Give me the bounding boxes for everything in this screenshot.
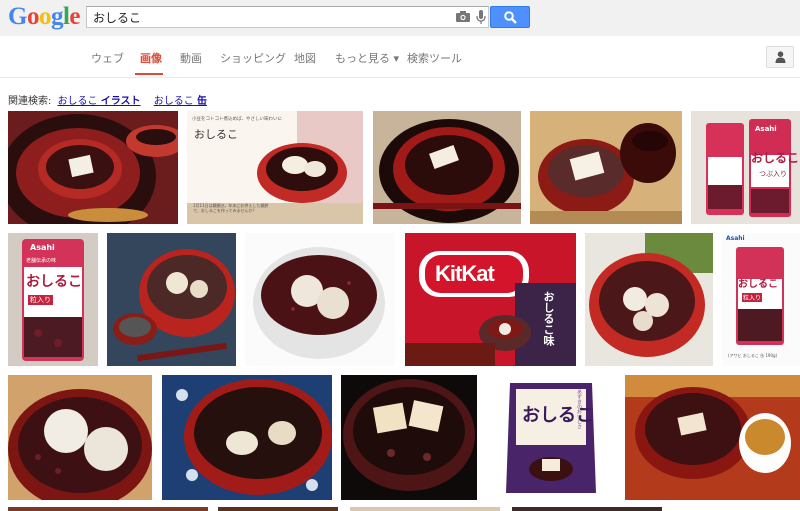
related-searches: 関連検索: おしるこ イラスト おしるこ 缶: [8, 92, 207, 107]
image-result[interactable]: [245, 233, 395, 366]
image-result[interactable]: [585, 233, 713, 366]
image-result[interactable]: [8, 375, 152, 500]
image-result[interactable]: [625, 375, 800, 500]
search-tabs-bar: ウェブ 画像 動画 ショッピング 地図 もっと見る ▾ 検索ツール: [0, 36, 800, 78]
image-result[interactable]: 小豆をコトコト煮込めば、やさしい味わいに おしるこ 1月11日は鏡開き。年末にお…: [187, 111, 363, 224]
image-result[interactable]: おしるこ あずきのおいしさ: [486, 375, 616, 500]
image-result[interactable]: [8, 111, 178, 224]
logo-letter: e: [69, 3, 81, 30]
image-result[interactable]: [373, 111, 521, 224]
image-result[interactable]: [162, 375, 332, 500]
can-brand: Asahi: [755, 125, 777, 133]
tab-shopping[interactable]: ショッピング: [220, 50, 286, 66]
related-search-link-can[interactable]: おしるこ 缶: [154, 96, 207, 107]
tab-more[interactable]: もっと見る ▾: [335, 50, 399, 66]
image-result[interactable]: [8, 507, 208, 511]
related-search-link-illustration[interactable]: おしるこ イラスト: [58, 96, 141, 107]
can-label: おしるこ: [26, 274, 82, 290]
tab-web[interactable]: ウェブ: [91, 50, 124, 66]
logo-letter: G: [8, 3, 27, 30]
kitkat-logo-text: KitKat: [435, 261, 495, 286]
image-result[interactable]: Asahi おしるこ 粒入り (アサヒ おしるこ 缶 190g): [722, 233, 800, 366]
image-caption-small: 小豆をコトコト煮込めば、やさしい味わいに: [192, 117, 282, 122]
image-result[interactable]: KitKat おしるこ味: [405, 233, 576, 366]
kitkat-flavor: おしるこ味: [542, 291, 555, 346]
can-label: おしるこ: [738, 279, 778, 290]
logo-letter: g: [50, 3, 64, 30]
can-sublabel: 粒入り: [28, 295, 53, 305]
package-title: おしるこ: [522, 405, 594, 426]
camera-icon[interactable]: [456, 11, 470, 22]
logo-letter: o: [38, 3, 52, 30]
tab-videos[interactable]: 動画: [180, 50, 202, 66]
search-box[interactable]: [86, 6, 489, 28]
can-brand: Asahi: [30, 243, 55, 252]
can-sublabel: 粒入り: [742, 293, 763, 302]
account-button[interactable]: [766, 46, 794, 68]
google-logo[interactable]: Google: [8, 4, 80, 30]
can-tagline: 老舗伝承の味: [26, 258, 57, 264]
image-caption-title: おしるこ: [194, 128, 238, 141]
tab-images[interactable]: 画像: [140, 50, 162, 66]
image-result[interactable]: [350, 507, 500, 511]
can-brand: Asahi: [726, 235, 745, 242]
image-result[interactable]: おしるこ つぶ入り Asahi: [691, 111, 800, 224]
magnifier-icon: [504, 11, 517, 24]
image-footnote: (アサヒ おしるこ 缶 190g): [728, 353, 778, 358]
tab-maps[interactable]: 地図: [294, 50, 316, 66]
microphone-icon[interactable]: [476, 10, 486, 24]
top-header: Google: [0, 0, 800, 36]
related-searches-label: 関連検索:: [8, 96, 52, 107]
search-input[interactable]: [93, 9, 443, 25]
image-result[interactable]: [530, 111, 682, 224]
image-result[interactable]: Asahi 老舗伝承の味 おしるこ 粒入り: [8, 233, 98, 366]
image-result[interactable]: [341, 375, 477, 500]
search-button[interactable]: [490, 6, 530, 28]
image-caption-bottom: 1月11日は鏡開き。年末にお供えした鏡餅で、おしるこを作ってみませんか？: [193, 203, 269, 213]
image-result[interactable]: [218, 507, 338, 511]
image-result[interactable]: [512, 507, 662, 511]
person-icon: [775, 51, 786, 63]
logo-letter: o: [26, 3, 40, 30]
image-result[interactable]: [107, 233, 236, 366]
can-label: おしるこ: [751, 151, 800, 165]
tab-search-tools[interactable]: 検索ツール: [407, 50, 462, 66]
can-sublabel: つぶ入り: [759, 170, 787, 178]
active-tab-indicator: [135, 73, 163, 75]
package-subtitle: あずきのおいしさ: [576, 389, 582, 429]
